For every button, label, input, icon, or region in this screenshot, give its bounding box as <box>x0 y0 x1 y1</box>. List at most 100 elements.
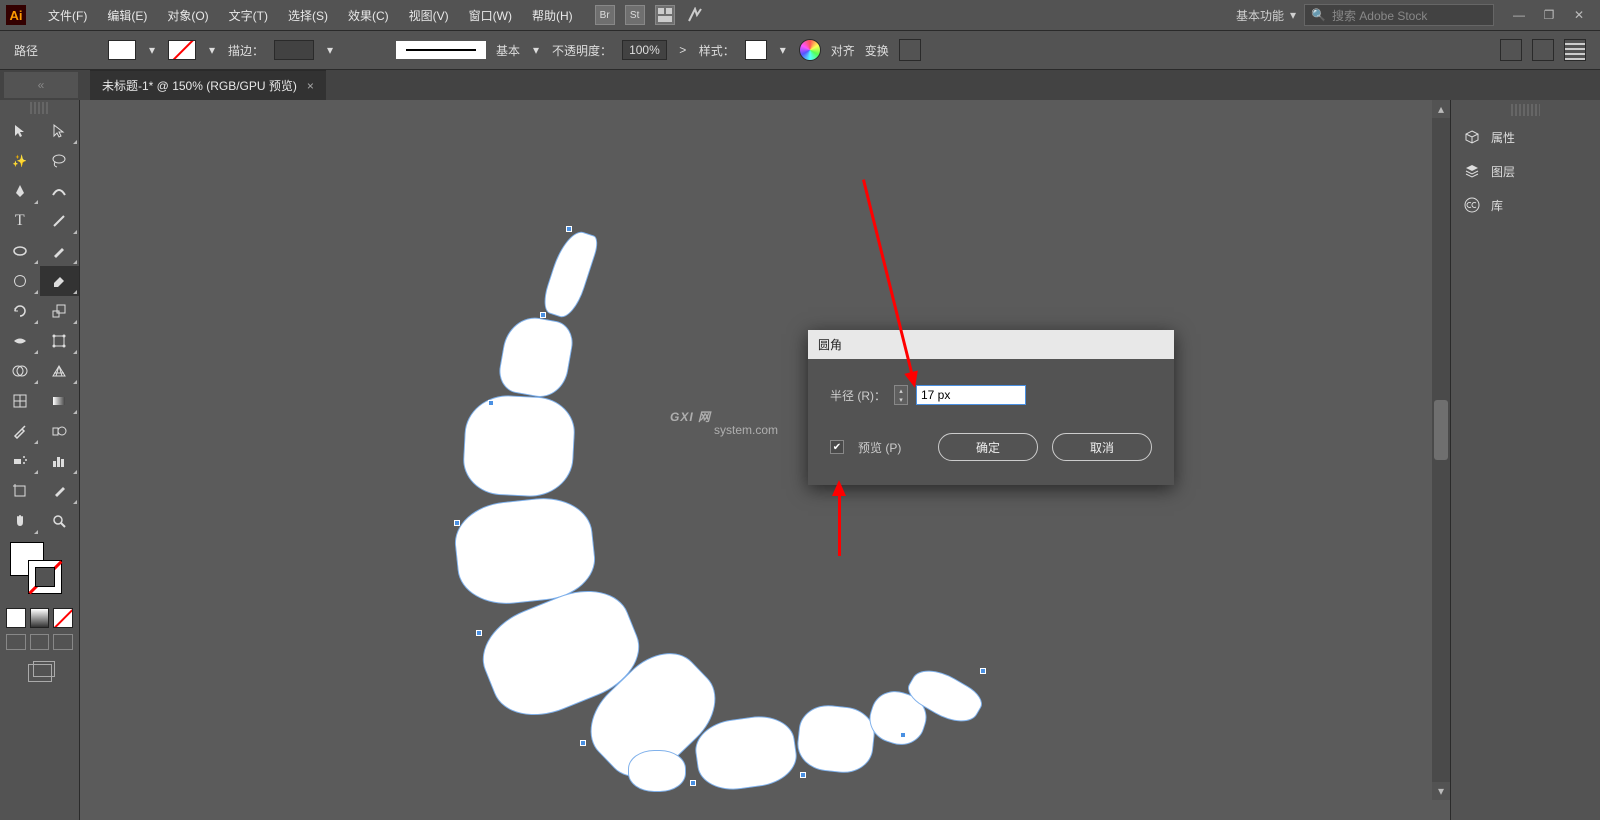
color-mode-none[interactable] <box>53 608 73 628</box>
scale-tool[interactable] <box>40 296 80 326</box>
style-dd[interactable]: ▾ <box>777 40 789 60</box>
menu-object[interactable]: 对象(O) <box>157 7 218 24</box>
graphic-style-swatch[interactable] <box>745 40 767 60</box>
opacity-dd[interactable]: > <box>677 40 689 60</box>
eraser-tool[interactable] <box>40 266 80 296</box>
menu-select[interactable]: 选择(S) <box>278 7 338 24</box>
menu-help[interactable]: 帮助(H) <box>522 7 583 24</box>
shape-builder-tool[interactable] <box>0 356 40 386</box>
tab-close-icon[interactable]: × <box>307 79 314 93</box>
cancel-button[interactable]: 取消 <box>1052 433 1152 461</box>
shaper-tool[interactable] <box>0 266 40 296</box>
brush-preview[interactable] <box>396 41 486 59</box>
brush-dd[interactable]: ▾ <box>530 40 542 60</box>
radius-input[interactable] <box>916 385 1026 405</box>
transform-label[interactable]: 变换 <box>865 42 889 59</box>
lasso-tool[interactable] <box>40 146 80 176</box>
panel-properties[interactable]: 属性 <box>1451 120 1600 154</box>
slice-tool[interactable] <box>40 476 80 506</box>
artboard-tool[interactable] <box>0 476 40 506</box>
mesh-tool[interactable] <box>0 386 40 416</box>
ellipse-tool[interactable] <box>0 236 40 266</box>
stroke-weight-dd[interactable]: ▾ <box>324 40 336 60</box>
opacity-input[interactable]: 100% <box>622 40 667 60</box>
stock-icon[interactable]: St <box>625 5 645 25</box>
type-tool[interactable]: T <box>0 206 40 236</box>
panel-label: 库 <box>1491 197 1503 214</box>
scroll-up-icon[interactable]: ▴ <box>1432 100 1450 118</box>
maximize-button[interactable]: ❐ <box>1534 5 1564 25</box>
stroke-label: 描边： <box>228 42 264 59</box>
document-tab[interactable]: 未标题-1* @ 150% (RGB/GPU 预览) × <box>90 70 326 100</box>
menu-edit[interactable]: 编辑(E) <box>97 7 157 24</box>
align-label[interactable]: 对齐 <box>831 42 855 59</box>
menu-effect[interactable]: 效果(C) <box>338 7 399 24</box>
color-mode-gradient[interactable] <box>30 608 50 628</box>
draw-behind[interactable] <box>30 634 50 650</box>
stroke-color[interactable] <box>28 560 62 594</box>
line-tool[interactable] <box>40 206 80 236</box>
screen-mode-button[interactable] <box>28 664 52 682</box>
canvas[interactable]: GXI 网 system.com ▴ ▾ <box>80 100 1450 820</box>
close-button[interactable]: ✕ <box>1564 5 1594 25</box>
symbol-sprayer-tool[interactable] <box>0 446 40 476</box>
blend-tool[interactable] <box>40 416 80 446</box>
ok-button[interactable]: 确定 <box>938 433 1038 461</box>
draw-inside[interactable] <box>53 634 73 650</box>
snap-icon[interactable] <box>1532 39 1554 61</box>
spinner-down-icon[interactable]: ▾ <box>895 395 907 404</box>
draw-normal[interactable] <box>6 634 26 650</box>
grid-icon[interactable] <box>1500 39 1522 61</box>
menu-window[interactable]: 窗口(W) <box>459 7 522 24</box>
right-panel-grip[interactable] <box>1511 104 1540 116</box>
gpu-icon[interactable] <box>685 5 705 25</box>
eyedropper-tool[interactable] <box>0 416 40 446</box>
arrange-docs-icon[interactable] <box>655 5 675 25</box>
workspace-label: 基本功能 <box>1236 7 1284 24</box>
fill-stroke-control[interactable] <box>6 542 73 602</box>
stock-search[interactable]: 🔍 搜索 Adobe Stock <box>1304 4 1494 26</box>
stroke-dropdown[interactable]: ▾ <box>206 40 218 60</box>
panel-libraries[interactable]: 库 <box>1451 188 1600 222</box>
menu-file[interactable]: 文件(F) <box>38 7 97 24</box>
canvas-scrollbar-vertical[interactable]: ▴ ▾ <box>1432 100 1450 800</box>
fill-dropdown[interactable]: ▾ <box>146 40 158 60</box>
fill-swatch[interactable] <box>108 40 136 60</box>
width-tool[interactable] <box>0 326 40 356</box>
chevron-down-icon: ▾ <box>1290 8 1296 22</box>
free-transform-tool[interactable] <box>40 326 80 356</box>
column-graph-tool[interactable] <box>40 446 80 476</box>
scroll-down-icon[interactable]: ▾ <box>1432 782 1450 800</box>
direct-selection-tool[interactable] <box>40 116 80 146</box>
panel-grip[interactable] <box>30 102 49 114</box>
color-mode-solid[interactable] <box>6 608 26 628</box>
perspective-tool[interactable] <box>40 356 80 386</box>
preview-label: 预览 (P) <box>858 439 901 456</box>
paintbrush-tool[interactable] <box>40 236 80 266</box>
bridge-icon[interactable]: Br <box>595 5 615 25</box>
scroll-thumb[interactable] <box>1434 400 1448 460</box>
stroke-swatch[interactable] <box>168 40 196 60</box>
workspace-switcher[interactable]: 基本功能 ▾ <box>1228 7 1304 24</box>
title-app-icons: Br St <box>595 5 705 25</box>
rotate-tool[interactable] <box>0 296 40 326</box>
panel-label: 属性 <box>1491 129 1515 146</box>
zoom-tool[interactable] <box>40 506 80 536</box>
pen-tool[interactable] <box>0 176 40 206</box>
hand-tool[interactable] <box>0 506 40 536</box>
recolor-icon[interactable] <box>799 39 821 61</box>
selection-tool[interactable] <box>0 116 40 146</box>
gradient-tool[interactable] <box>40 386 80 416</box>
list-icon[interactable] <box>1564 39 1586 61</box>
panel-layers[interactable]: 图层 <box>1451 154 1600 188</box>
tools-collapse-handle[interactable]: « <box>4 72 78 98</box>
magic-wand-tool[interactable]: ✨ <box>0 146 40 176</box>
menu-view[interactable]: 视图(V) <box>399 7 459 24</box>
preview-checkbox[interactable]: ✔ <box>830 440 844 454</box>
minimize-button[interactable]: ― <box>1504 5 1534 25</box>
isolate-icon[interactable] <box>899 39 921 61</box>
panel-label: 图层 <box>1491 163 1515 180</box>
menu-type[interactable]: 文字(T) <box>219 7 278 24</box>
curvature-tool[interactable] <box>40 176 80 206</box>
stroke-weight-input[interactable] <box>274 40 314 60</box>
